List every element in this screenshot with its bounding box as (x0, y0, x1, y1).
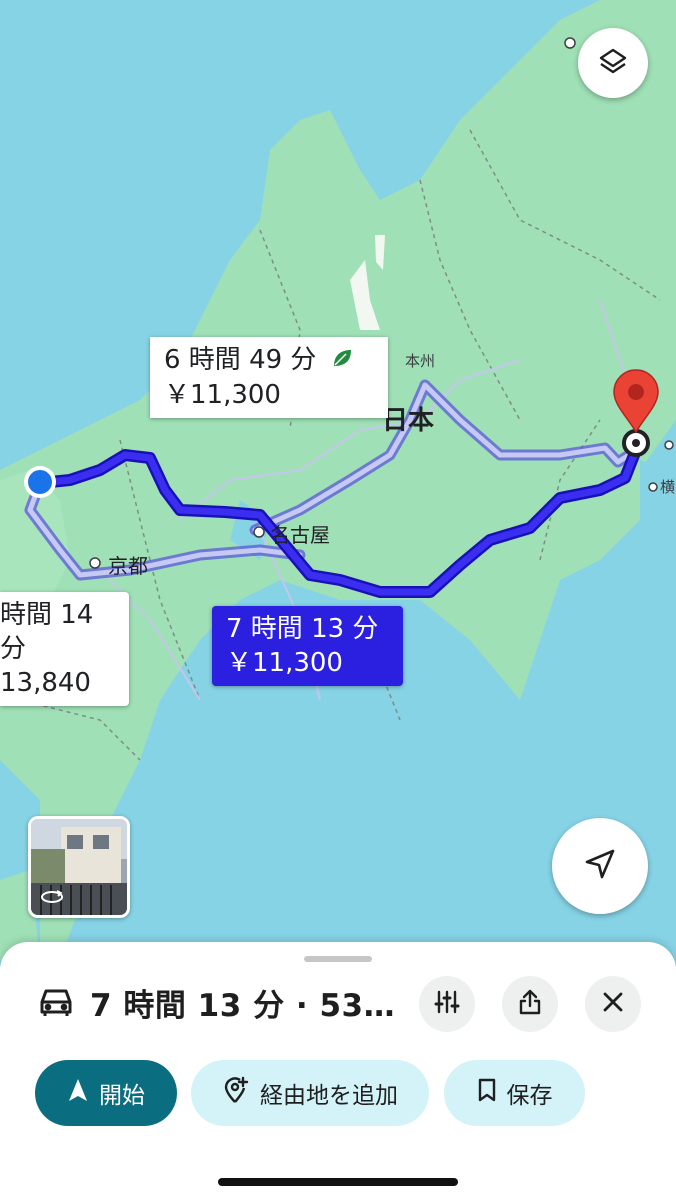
route-time: 時間 14 分 (0, 600, 94, 664)
route-summary: 7 時間 13 分 · 53… (90, 988, 396, 1024)
navigation-arrow-icon (583, 847, 617, 885)
start-navigation-button[interactable]: 開始 (35, 1060, 177, 1126)
map-label-kyoto: 京都 (108, 554, 148, 578)
navigation-icon (67, 1077, 89, 1109)
route-fare: ￥11,300 (164, 379, 281, 410)
start-label: 開始 (99, 1083, 145, 1109)
place-dot (648, 482, 658, 492)
share-icon (517, 988, 543, 1020)
close-icon (602, 991, 624, 1017)
street-view-thumbnail[interactable] (28, 816, 130, 918)
recenter-button[interactable] (552, 818, 648, 914)
leaf-icon (331, 344, 353, 378)
place-dot (664, 440, 674, 450)
close-button[interactable] (585, 976, 641, 1032)
route-callout-alt-1[interactable]: 6 時間 49 分 ￥11,300 (150, 337, 388, 418)
layers-icon (597, 45, 629, 81)
place-dot (253, 526, 265, 538)
route-time: 6 時間 49 分 (164, 345, 317, 375)
route-options-button[interactable] (419, 976, 475, 1032)
save-route-button[interactable]: 保存 (444, 1060, 585, 1126)
place-dot (564, 37, 576, 49)
rotate-360-icon (39, 889, 65, 909)
route-time: 7 時間 13 分 (226, 614, 379, 644)
add-stop-label: 経由地を追加 (260, 1083, 398, 1109)
map-label-honshu: 本州 (405, 352, 436, 370)
map-label-yoko: 横 (660, 478, 676, 496)
route-callout-alt-2[interactable]: 時間 14 分 13,840 (0, 592, 129, 706)
map-label-nihon: 日本 (382, 406, 435, 436)
car-icon (38, 986, 74, 1022)
route-callout-selected[interactable]: 7 時間 13 分 ￥11,300 (212, 606, 403, 686)
share-button[interactable] (502, 976, 558, 1032)
route-bottom-sheet: 7 時間 13 分 · 53… 開始 経由地を追加 保存 (0, 942, 676, 1200)
sheet-drag-handle[interactable] (304, 956, 372, 962)
home-indicator[interactable] (218, 1178, 458, 1186)
tune-sliders-icon (434, 989, 460, 1019)
origin-dot (28, 470, 52, 494)
layers-button[interactable] (578, 28, 648, 98)
save-label: 保存 (506, 1083, 553, 1109)
bookmark-icon (477, 1077, 497, 1109)
add-location-icon (222, 1075, 250, 1111)
route-fare: ￥11,300 (226, 648, 343, 678)
map-label-nagoya: 名古屋 (270, 523, 330, 547)
place-dot (89, 557, 101, 569)
add-stop-button[interactable]: 経由地を追加 (191, 1060, 429, 1126)
route-fare: 13,840 (0, 668, 91, 698)
